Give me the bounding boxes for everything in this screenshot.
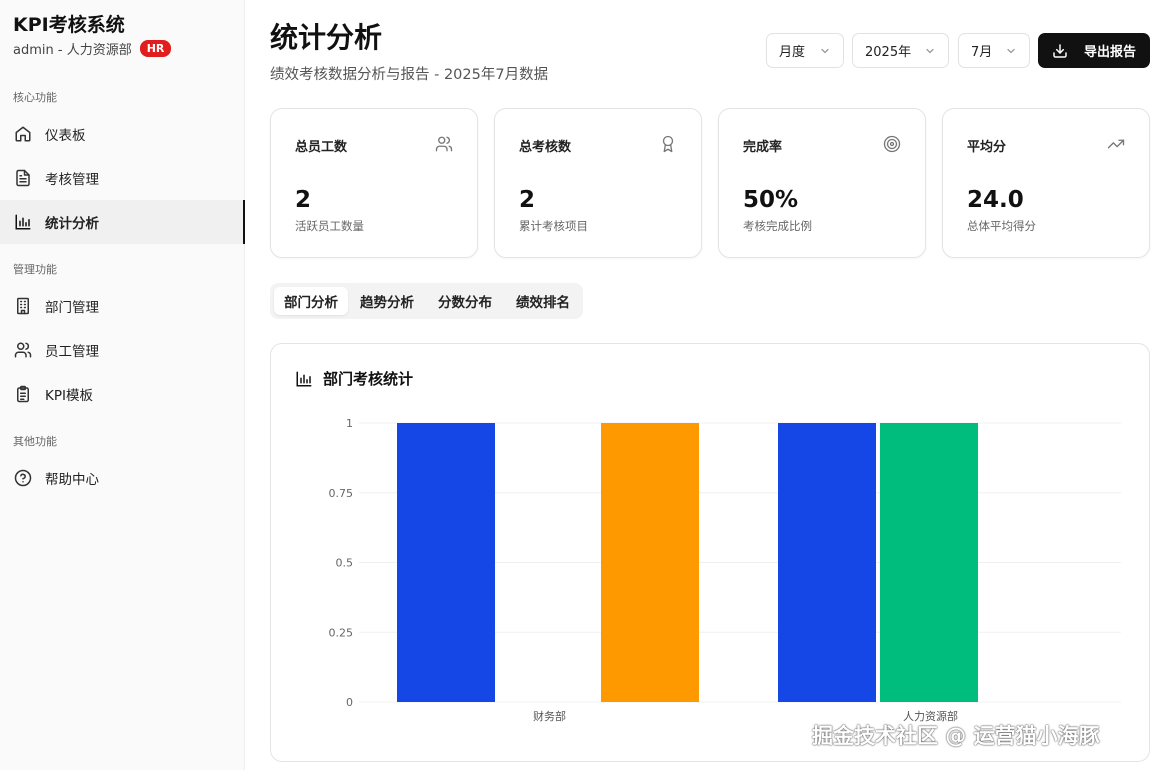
period-select-value: 月度 [779, 45, 806, 60]
y-tick-label: 0.25 [329, 626, 354, 639]
sidebar-item-kpi-template[interactable]: KPI模板 [0, 372, 245, 416]
sidebar: KPI考核系统 admin - 人力资源部 HR 核心功能 仪表板 考核管理 统… [0, 0, 245, 770]
y-tick-label: 1 [346, 417, 353, 430]
bar[interactable] [778, 423, 876, 702]
stat-value: 2 [519, 187, 536, 213]
sidebar-item-label: 员工管理 [45, 344, 99, 360]
stat-description: 总体平均得分 [967, 219, 1036, 233]
stat-description: 考核完成比例 [743, 219, 812, 233]
stat-label: 总考核数 [519, 140, 572, 155]
document-icon [13, 168, 33, 188]
watermark: 掘金技术社区 @ 运营猫小海豚 [812, 724, 1100, 748]
tab-department-analysis[interactable]: 部门分析 [274, 287, 348, 315]
y-tick-label: 0.75 [329, 487, 354, 500]
sidebar-item-statistics[interactable]: 统计分析 [0, 200, 245, 244]
tab-score-distribution[interactable]: 分数分布 [428, 287, 502, 315]
sidebar-item-label: 考核管理 [45, 172, 99, 188]
sidebar-item-label: KPI模板 [45, 388, 93, 404]
year-select-value: 2025年 [865, 45, 912, 60]
sidebar-item-employees[interactable]: 员工管理 [0, 328, 245, 372]
stat-card-employees: 总员工数 2 活跃员工数量 [270, 108, 478, 258]
user-info: admin - 人力资源部 HR [13, 39, 172, 58]
tab-trend-analysis[interactable]: 趋势分析 [350, 287, 424, 315]
user-name: admin - 人力资源部 [13, 43, 132, 58]
stat-label: 完成率 [743, 140, 783, 155]
users-icon [435, 136, 453, 152]
chevron-down-icon [821, 48, 829, 53]
analysis-tabs: 部门分析 趋势分析 分数分布 绩效排名 [270, 283, 583, 319]
download-icon [1053, 43, 1067, 58]
trending-up-icon [1107, 139, 1125, 149]
home-icon [13, 124, 33, 144]
stat-card-completion: 完成率 50% 考核完成比例 [718, 108, 926, 258]
page-subtitle: 绩效考核数据分析与报告 - 2025年7月数据 [270, 67, 549, 83]
sidebar-item-dashboard[interactable]: 仪表板 [0, 112, 245, 156]
sidebar-item-help[interactable]: 帮助中心 [0, 456, 245, 500]
stat-card-average: 平均分 24.0 总体平均得分 [942, 108, 1150, 258]
building-icon [13, 296, 33, 316]
target-icon [883, 135, 901, 153]
sidebar-item-assessment[interactable]: 考核管理 [0, 156, 245, 200]
period-select[interactable]: 月度 [766, 33, 844, 68]
main-content: 统计分析 绩效考核数据分析与报告 - 2025年7月数据 月度 2025年 7月… [246, 0, 1168, 770]
month-select-value: 7月 [971, 45, 993, 60]
users-icon [13, 340, 33, 360]
help-icon [13, 468, 33, 488]
stat-description: 累计考核项目 [519, 219, 588, 233]
tab-performance-ranking[interactable]: 绩效排名 [506, 287, 580, 315]
chevron-down-icon [1007, 48, 1015, 53]
page-title: 统计分析 [270, 21, 383, 54]
department-chart-card: 部门考核统计 1 0.75 0.5 0.25 0 财务部 人力资源部 [270, 343, 1150, 762]
sidebar-item-label: 部门管理 [45, 300, 99, 316]
sidebar-item-label: 统计分析 [45, 216, 99, 232]
bar[interactable] [601, 423, 699, 702]
export-report-label: 导出报告 [1083, 45, 1136, 60]
stat-card-assessments: 总考核数 2 累计考核项目 [494, 108, 702, 258]
bar[interactable] [880, 423, 978, 702]
stat-label: 平均分 [967, 140, 1007, 155]
export-report-button[interactable]: 导出报告 [1038, 33, 1150, 68]
stat-value: 24.0 [967, 187, 1024, 213]
stat-value: 2 [295, 187, 312, 213]
x-tick-label: 财务部 [533, 709, 566, 723]
award-icon [662, 135, 674, 153]
role-badge: HR [139, 40, 172, 57]
month-select[interactable]: 7月 [958, 33, 1030, 68]
sidebar-item-label: 仪表板 [45, 128, 86, 144]
app-brand: KPI考核系统 [13, 14, 125, 36]
group-title-manage: 管理功能 [13, 263, 57, 276]
group-title-other: 其他功能 [13, 435, 57, 448]
y-tick-label: 0.5 [336, 557, 354, 570]
chevron-down-icon [926, 48, 934, 53]
bar[interactable] [397, 423, 495, 702]
year-select[interactable]: 2025年 [852, 33, 949, 68]
sidebar-item-departments[interactable]: 部门管理 [0, 284, 245, 328]
stat-description: 活跃员工数量 [295, 219, 364, 233]
bar-chart: 10.750.50.250财务部 人力资源部 [329, 417, 1121, 723]
clipboard-icon [13, 384, 33, 404]
y-tick-label: 0 [346, 696, 353, 709]
stat-value: 50% [743, 187, 799, 213]
bar-chart-icon [13, 212, 33, 232]
group-title-core: 核心功能 [13, 91, 57, 104]
stat-label: 总员工数 [295, 140, 348, 155]
sidebar-item-label: 帮助中心 [45, 472, 99, 488]
